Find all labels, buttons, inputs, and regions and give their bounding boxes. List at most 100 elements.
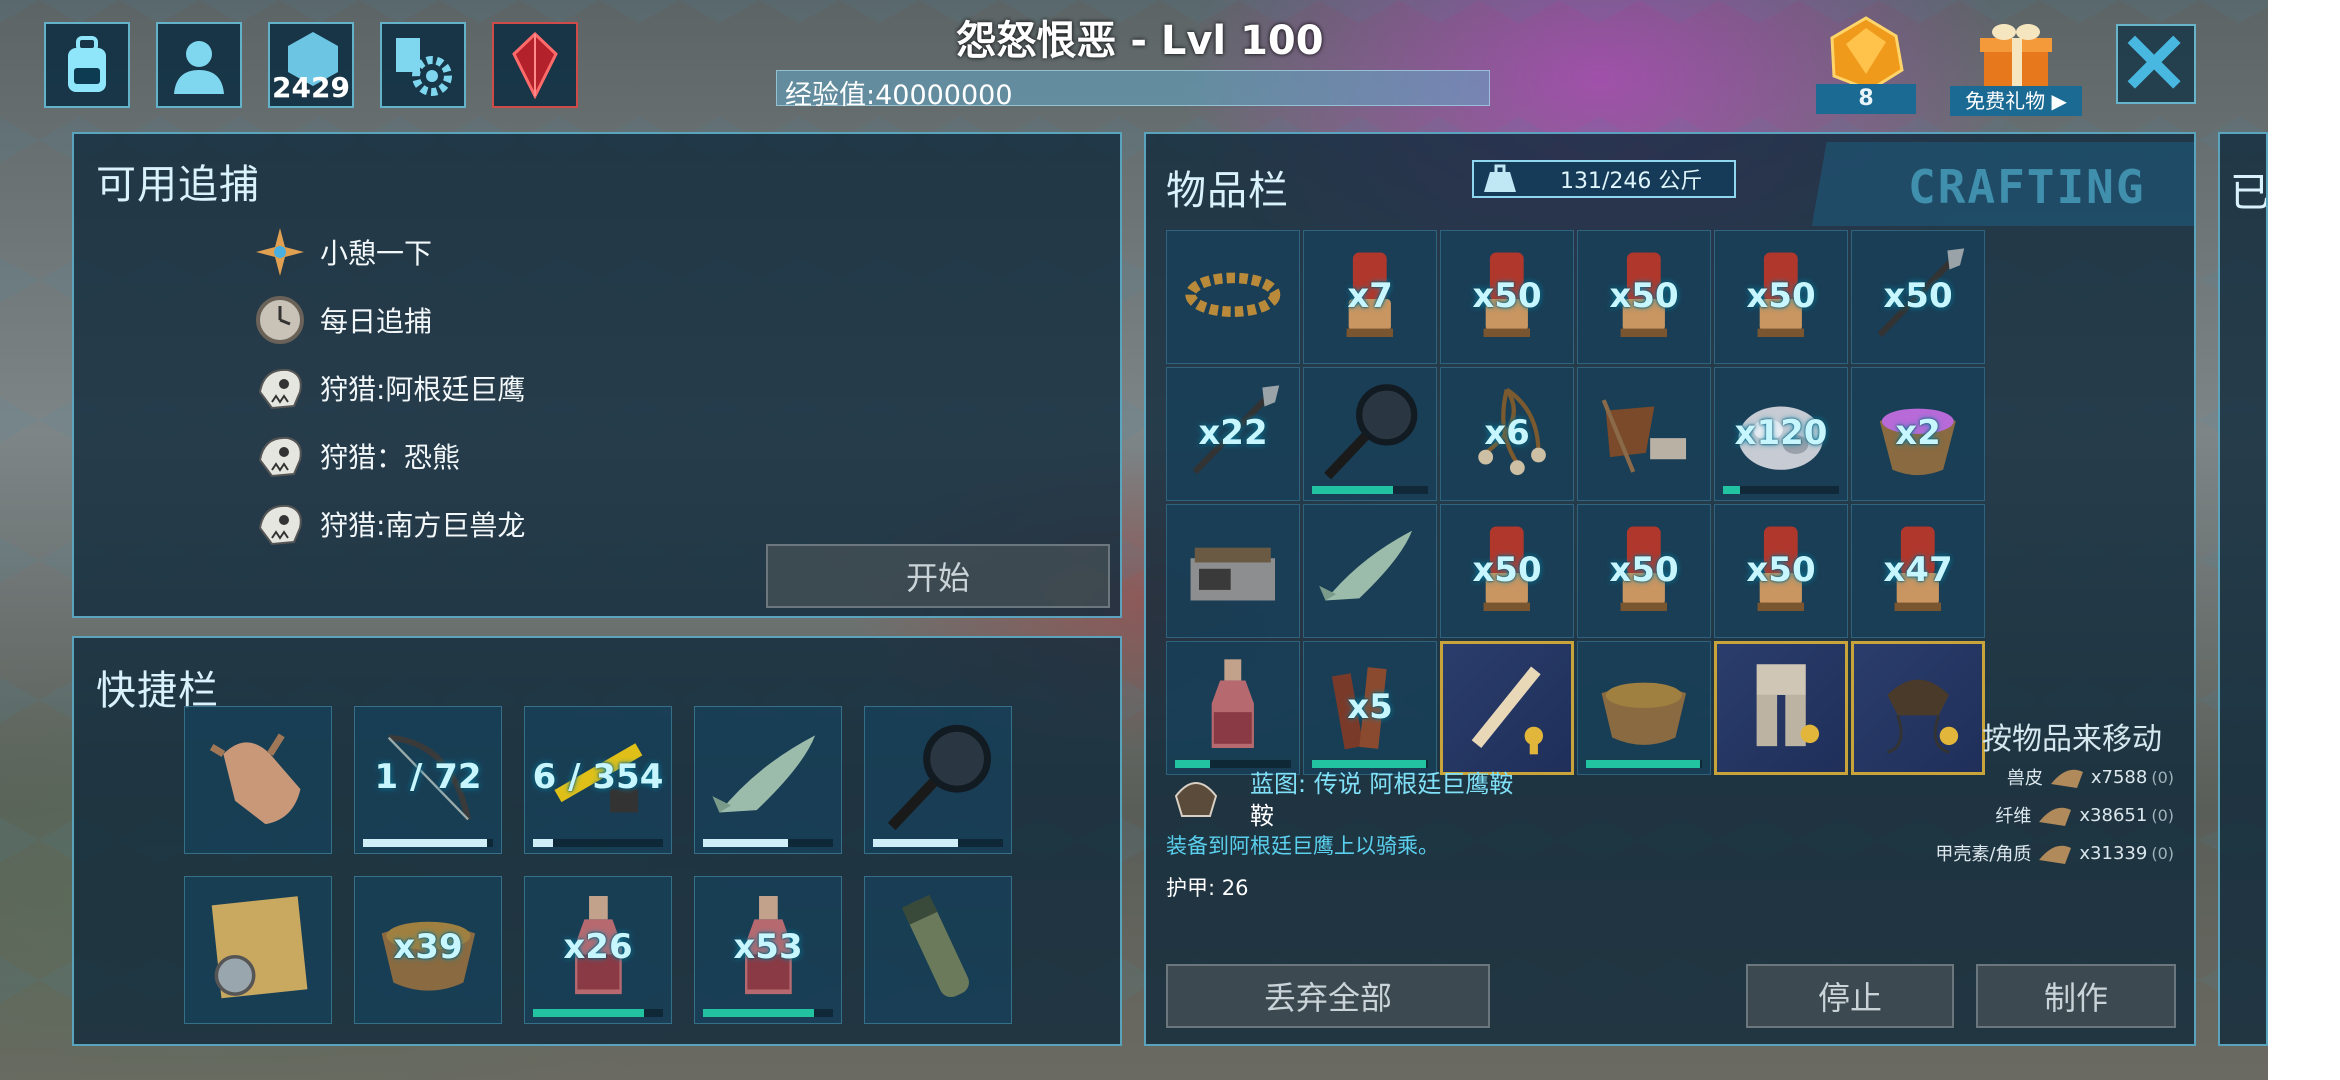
slot-quantity: x47 — [1883, 549, 1953, 590]
right-panel-title: 已 — [2230, 170, 2268, 216]
crafting-tab[interactable]: CRAFTING — [1786, 142, 2194, 226]
engram-button[interactable]: 2429 — [268, 22, 354, 108]
slot-quantity: x53 — [733, 926, 803, 967]
inventory-button[interactable] — [44, 22, 130, 108]
durability-bar — [1723, 486, 1839, 494]
gem-button[interactable]: 8 — [1816, 14, 1916, 114]
inventory-slot[interactable] — [1166, 230, 1300, 364]
xp-bar: 经验值:40000000 — [776, 70, 1490, 111]
slot-quantity: x39 — [393, 926, 463, 967]
resource-requirement: 纤维 x38651 (0) — [1995, 800, 2174, 830]
hotbar-slot[interactable] — [694, 706, 842, 854]
character-button[interactable] — [156, 22, 242, 108]
character-icon — [174, 41, 224, 94]
item-detail: 蓝图: 传说 阿根廷巨鹰鞍 鞍 装备到阿根廷巨鹰上以骑乘。 护甲: 26 兽皮 x… — [1146, 754, 2194, 934]
tribe-button[interactable] — [492, 22, 578, 108]
hotbar-slot[interactable]: 1 / 72 — [354, 706, 502, 854]
skull-icon — [258, 504, 302, 546]
inventory-slot[interactable]: x2 — [1851, 367, 1985, 501]
tribe-crystal-icon — [512, 31, 558, 100]
hunt-item-label: 每日追捕 — [320, 305, 433, 338]
hunts-title: 可用追捕 — [96, 162, 260, 208]
resource-requirement: 甲壳素/角质 x31339 (0) — [1935, 838, 2174, 868]
inventory-slot[interactable] — [1303, 504, 1437, 638]
slot-quantity: x120 — [1734, 412, 1828, 453]
inventory-slot[interactable]: x50 — [1440, 504, 1574, 638]
drag-hint: 按物品来移动 — [1982, 722, 2162, 757]
close-icon — [2127, 35, 2181, 89]
slot-quantity: x50 — [1609, 549, 1679, 590]
hotbar-slot[interactable] — [184, 706, 332, 854]
stop-button[interactable]: 停止 — [1746, 964, 1954, 1028]
slot-quantity: 1 / 72 — [374, 756, 482, 797]
inventory-slot[interactable]: x6 — [1440, 367, 1574, 501]
gift-icon — [1980, 24, 2052, 90]
durability-bar — [533, 839, 663, 847]
hotbar-slot[interactable] — [184, 876, 332, 1024]
right-panel: 已 — [2218, 132, 2268, 1046]
durability-bar — [703, 1009, 833, 1017]
slot-quantity: x26 — [563, 926, 633, 967]
hotbar-slot[interactable]: x53 — [694, 876, 842, 1024]
item-description: 装备到阿根廷巨鹰上以骑乘。 — [1166, 834, 1439, 858]
gem-count: 8 — [1816, 84, 1916, 114]
slot-quantity: x50 — [1883, 275, 1953, 316]
resource-icon — [2039, 845, 2072, 864]
skull-icon — [258, 436, 302, 478]
settings-button[interactable] — [380, 22, 466, 108]
durability-bar — [873, 839, 1003, 847]
hunt-item[interactable]: 狩猎:南方巨兽龙 — [254, 494, 525, 554]
hotbar-slot[interactable]: x39 — [354, 876, 502, 1024]
durability-bar — [363, 839, 493, 847]
armor-value: 26 — [1221, 876, 1249, 900]
inventory-slot[interactable] — [1166, 504, 1300, 638]
start-button[interactable]: 开始 — [766, 544, 1110, 608]
hotbar-slot[interactable] — [864, 876, 1012, 1024]
free-gift-button[interactable]: 免费礼物 ▶ — [1950, 14, 2082, 116]
item-name: 蓝图: 传说 阿根廷巨鹰鞍 — [1250, 770, 1514, 798]
inventory-slot[interactable]: x120 — [1714, 367, 1848, 501]
resource-icon — [2050, 769, 2083, 788]
hunt-item[interactable]: 小憩一下 — [254, 222, 432, 282]
slot-quantity: 6 / 354 — [532, 756, 664, 797]
hotbar-slot[interactable] — [864, 706, 1012, 854]
inventory-title: 物品栏 — [1166, 168, 1289, 214]
hotbar-slot[interactable]: x26 — [524, 876, 672, 1024]
hotbar-slot[interactable]: 6 / 354 — [524, 706, 672, 854]
inventory-slot[interactable]: x50 — [1577, 504, 1711, 638]
inventory-slot[interactable]: x50 — [1851, 230, 1985, 364]
inventory-slot[interactable]: x7 — [1303, 230, 1437, 364]
inventory-slot[interactable]: x47 — [1851, 504, 1985, 638]
slot-quantity: x50 — [1746, 275, 1816, 316]
amber-gem-icon — [1830, 16, 1904, 92]
slot-quantity: x50 — [1746, 549, 1816, 590]
resource-owned: (0) — [2151, 767, 2174, 787]
craft-button[interactable]: 制作 — [1976, 964, 2176, 1028]
inventory-slot[interactable] — [1303, 367, 1437, 501]
screen-edge — [2268, 0, 2340, 1080]
item-type: 鞍 — [1250, 802, 1274, 830]
inventory-panel: 物品栏 131/246 公斤 CRAFTING x7 x50 x50 x50 x50 x2… — [1144, 132, 2196, 1046]
inventory-slot[interactable]: x50 — [1714, 230, 1848, 364]
drop-all-button[interactable]: 丢弃全部 — [1166, 964, 1490, 1028]
inventory-slot[interactable]: x50 — [1714, 504, 1848, 638]
close-button[interactable] — [2116, 24, 2196, 104]
armor-label: 护甲: — [1166, 876, 1216, 900]
slot-quantity: x50 — [1609, 275, 1679, 316]
inventory-slot[interactable]: x50 — [1440, 230, 1574, 364]
star-compass-icon — [256, 228, 304, 276]
slot-quantity: x50 — [1472, 549, 1542, 590]
resource-amount: x7588 — [2090, 766, 2148, 788]
inventory-slot[interactable]: x50 — [1577, 230, 1711, 364]
backpack-icon — [68, 36, 106, 92]
inventory-slot[interactable]: x22 — [1166, 367, 1300, 501]
inventory-slot[interactable] — [1577, 367, 1711, 501]
hunt-item[interactable]: 狩猎：恐熊 — [254, 426, 460, 486]
resource-name: 纤维 — [1995, 806, 2032, 827]
slot-quantity: x6 — [1484, 412, 1530, 453]
hunt-item[interactable]: 每日追捕 — [254, 290, 432, 350]
durability-bar — [703, 839, 833, 847]
xp-label: 经验值:40000000 — [785, 80, 1013, 111]
hunt-item[interactable]: 狩猎:阿根廷巨鹰 — [254, 358, 525, 418]
crafting-tab-label: CRAFTING — [1908, 160, 2146, 214]
